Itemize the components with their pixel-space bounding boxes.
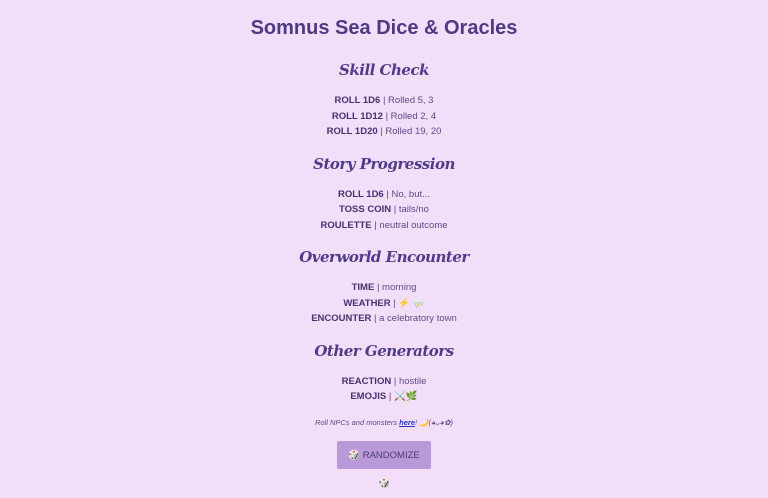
result-row: TOSS COIN | tails/no	[0, 202, 768, 218]
row-label: ROLL 1D6	[334, 95, 381, 106]
row-label: EMOJIS	[350, 391, 387, 402]
row-label: TIME	[351, 282, 375, 293]
row-label: TOSS COIN	[339, 204, 392, 215]
row-label: ENCOUNTER	[311, 313, 372, 324]
section-title: Story Progression	[313, 154, 455, 173]
result-row: ROULETTE | neutral outcome	[0, 218, 768, 234]
section-story-progression: Story Progression ROLL 1D6 | No, but... …	[0, 154, 768, 234]
result-row: ROLL 1D6 | Rolled 5, 3	[0, 93, 768, 109]
note-suffix: ! 🌙(◕ᴗ◕✿)	[415, 417, 454, 427]
row-label: REACTION	[341, 375, 392, 387]
row-value: | ⚡ ⛈️	[393, 297, 425, 309]
section-skill-check: Skill Check ROLL 1D6 | Rolled 5, 3 ROLL …	[0, 60, 768, 140]
result-row: ENCOUNTER | a celebratory town	[0, 311, 768, 327]
result-row: ROLL 1D20 | Rolled 19, 20	[0, 124, 768, 140]
section-title: Other Generators	[314, 341, 454, 360]
note-prefix: Roll NPCs and monsters	[314, 417, 400, 427]
row-label: ROLL 1D12	[331, 110, 383, 122]
result-row: ROLL 1D12 | Rolled 2, 4	[0, 109, 768, 125]
result-list: ROLL 1D6 | No, but... TOSS COIN | tails/…	[0, 187, 768, 234]
result-row: TIME | morning	[0, 280, 768, 296]
section-title: Overworld Encounter	[299, 248, 469, 266]
result-row: WEATHER | ⚡ ⛈️	[0, 296, 768, 312]
row-value: | No, but...	[386, 188, 431, 200]
row-label: ROLL 1D6	[337, 188, 384, 200]
row-value: | Rolled 2, 4	[385, 110, 437, 122]
npc-monster-link[interactable]: here	[399, 418, 415, 427]
page-title: Somnus Sea Dice & Oracles	[250, 17, 518, 39]
row-label: ROULETTE	[320, 219, 372, 231]
result-row: EMOJIS | ⚔️🌿	[0, 389, 768, 405]
row-value: | morning	[376, 282, 417, 293]
section-overworld-encounter: Overworld Encounter TIME | morning WEATH…	[0, 247, 768, 327]
section-other-generators: Other Generators REACTION | hostile EMOJ…	[0, 341, 768, 405]
row-value: | Rolled 5, 3	[382, 95, 434, 106]
section-title: Skill Check	[339, 61, 429, 79]
footer-note: Roll NPCs and monsters here! 🌙(◕ᴗ◕✿)	[0, 417, 768, 429]
row-value: | ⚔️🌿	[388, 391, 418, 402]
result-row: REACTION | hostile	[0, 374, 768, 390]
randomize-button[interactable]: 🎲 RANDOMIZE 🎲	[337, 440, 431, 489]
row-value: | Rolled 19, 20	[380, 126, 442, 137]
result-list: REACTION | hostile EMOJIS | ⚔️🌿	[0, 374, 768, 405]
row-value: | hostile	[393, 375, 427, 387]
result-list: TIME | morning WEATHER | ⚡ ⛈️ ENCOUNTER …	[0, 280, 768, 327]
row-label: ROLL 1D20	[326, 126, 378, 137]
row-value: | neutral outcome	[374, 219, 448, 231]
row-value: | tails/no	[393, 204, 429, 215]
result-row: ROLL 1D6 | No, but...	[0, 187, 768, 203]
result-list: ROLL 1D6 | Rolled 5, 3 ROLL 1D12 | Rolle…	[0, 93, 768, 140]
row-value: | a celebratory town	[374, 313, 457, 324]
row-label: WEATHER	[343, 297, 391, 309]
